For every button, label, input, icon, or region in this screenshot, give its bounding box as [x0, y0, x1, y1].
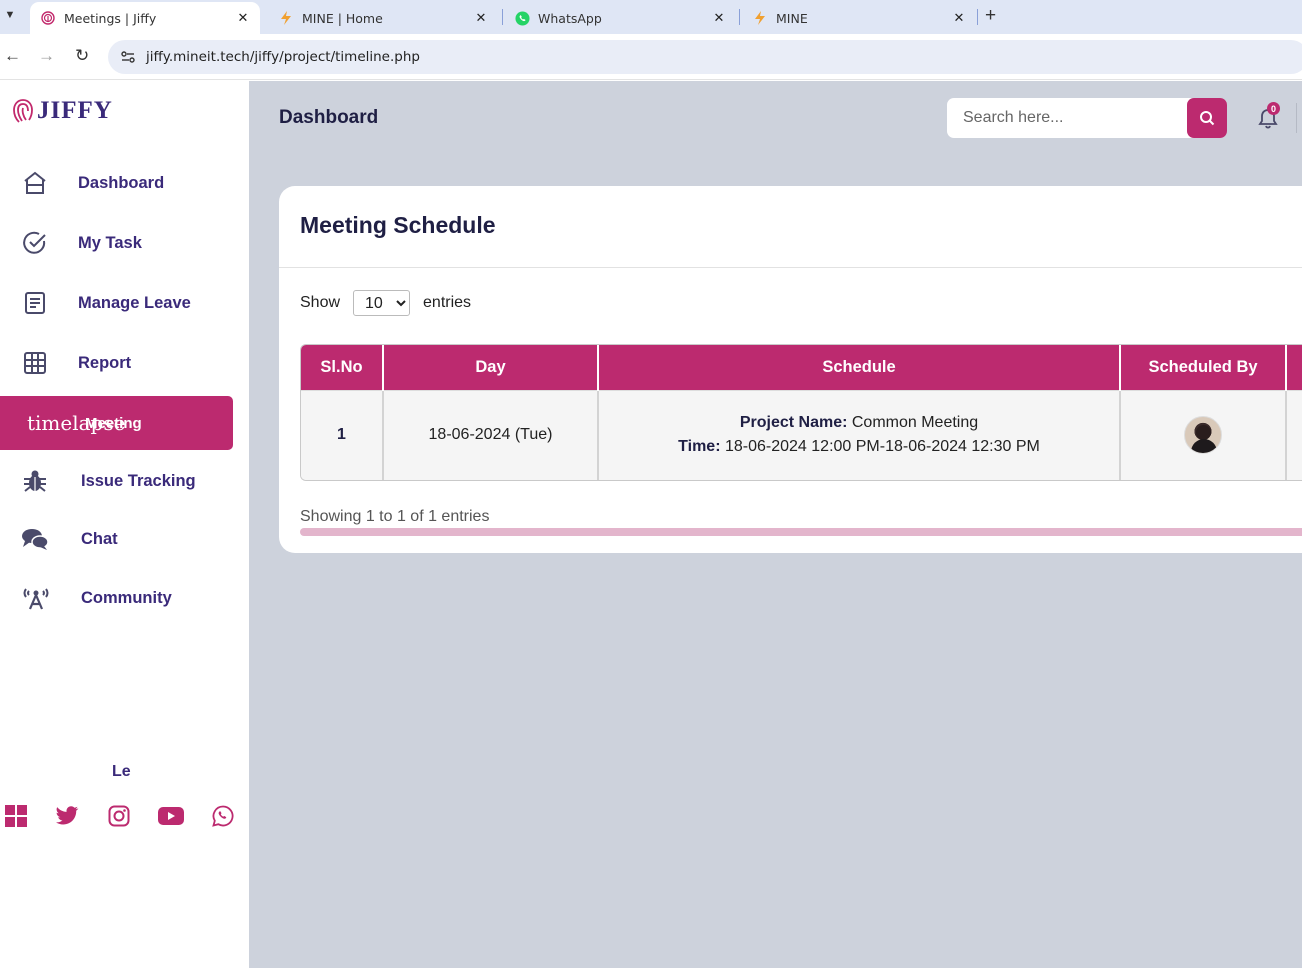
broadcast-icon	[22, 584, 50, 612]
meeting-table: Sl.No Day Schedule Scheduled By 1 18-06-…	[301, 345, 1302, 480]
cell-extra	[1286, 389, 1302, 480]
project-name-value: Common Meeting	[851, 414, 979, 432]
tab-title: Meetings | Jiffy	[64, 10, 157, 26]
column-header-day[interactable]: Day	[383, 345, 599, 390]
card-title: Meeting Schedule	[300, 212, 496, 238]
sidebar-item-label: Issue Tracking	[81, 471, 196, 490]
chat-icon	[21, 525, 49, 553]
sidebar-item-label: Chat	[81, 529, 118, 548]
main-content: Dashboard 0 Meeting Schedule Show 10 ent…	[249, 81, 1302, 968]
sidebar-item-label: Dashboard	[78, 173, 165, 192]
grid-icon	[21, 349, 49, 377]
tab-mine-home[interactable]: MINE | Home ✕	[268, 2, 498, 34]
sidebar-item-dashboard[interactable]: Dashboard	[0, 156, 233, 210]
search-box	[947, 98, 1227, 138]
url-field[interactable]: jiffy.mineit.tech/jiffy/project/timeline…	[108, 40, 1302, 74]
cell-scheduled-by	[1120, 389, 1287, 480]
meeting-schedule-card: Meeting Schedule Show 10 entries Sl.No D…	[279, 186, 1302, 553]
url-text: jiffy.mineit.tech/jiffy/project/timeline…	[146, 49, 420, 65]
sidebar-item-issue-tracking[interactable]: Issue Tracking	[0, 454, 233, 508]
sidebar-item-chat[interactable]: Chat	[0, 512, 233, 566]
close-tab-icon[interactable]: ✕	[234, 11, 252, 26]
header-divider	[1296, 103, 1297, 133]
column-header-schedule[interactable]: Schedule	[598, 345, 1121, 390]
sidebar-item-report[interactable]: Report	[0, 336, 233, 390]
sidebar: JIFFY Dashboard My Task Manage Leave Rep…	[0, 81, 249, 968]
time-value: 18-06-2024 12:00 PM-18-06-2024 12:30 PM	[724, 438, 1040, 456]
project-name-label: Project Name:	[739, 414, 848, 432]
bolt-icon	[752, 10, 768, 26]
tab-whatsapp[interactable]: WhatsApp ✕	[504, 2, 736, 34]
search-icon	[1200, 111, 1215, 126]
show-label: Show	[300, 294, 341, 311]
sidebar-footer-label: Le	[112, 763, 131, 780]
browser-tab-bar: ▼ Meetings | Jiffy ✕ MINE | Home ✕ Whats…	[0, 0, 1302, 34]
tab-meetings-jiffy[interactable]: Meetings | Jiffy ✕	[30, 2, 260, 34]
sidebar-item-community[interactable]: Community	[0, 571, 233, 625]
tab-title: MINE	[776, 10, 808, 26]
entries-length-control: Show 10 entries	[300, 290, 471, 316]
column-header-sl-no[interactable]: Sl.No	[301, 345, 384, 390]
reload-icon[interactable]: ↻	[75, 46, 89, 66]
column-header-scheduled-by[interactable]: Scheduled By	[1120, 345, 1287, 390]
address-bar: ← → ↻ jiffy.mineit.tech/jiffy/project/ti…	[0, 34, 1302, 80]
logo-text: JIFFY	[37, 97, 113, 124]
cell-schedule: Project Name: Common Meeting Time: 18-06…	[598, 389, 1121, 480]
sidebar-item-my-task[interactable]: My Task	[0, 216, 233, 270]
close-tab-icon[interactable]: ✕	[950, 11, 968, 26]
search-button[interactable]	[1187, 98, 1227, 138]
fingerprint-icon	[13, 99, 33, 123]
card-divider	[279, 267, 1302, 268]
table-row: 1 18-06-2024 (Tue) Project Name: Common …	[301, 389, 1302, 480]
sidebar-item-manage-leave[interactable]: Manage Leave	[0, 276, 233, 330]
check-circle-icon	[21, 229, 49, 257]
bug-icon	[21, 467, 49, 495]
column-header-extra	[1286, 345, 1302, 390]
jiffy-logo[interactable]: JIFFY	[12, 97, 113, 125]
home-icon	[21, 169, 49, 197]
tab-separator	[502, 9, 503, 25]
bolt-icon	[278, 10, 294, 26]
windows-icon[interactable]	[3, 803, 29, 829]
youtube-icon[interactable]	[158, 803, 184, 829]
jiffy-fingerprint-icon	[40, 10, 56, 26]
instagram-icon[interactable]	[106, 803, 132, 829]
entries-select[interactable]: 10	[353, 290, 411, 316]
table-info-text: Showing 1 to 1 of 1 entries	[300, 508, 490, 525]
sidebar-item-label: Report	[78, 353, 132, 372]
search-input[interactable]	[963, 109, 1183, 127]
sidebar-item-label: Community	[81, 588, 172, 607]
tab-separator	[977, 9, 978, 25]
tab-title: WhatsApp	[538, 10, 602, 26]
tab-title: MINE | Home	[302, 10, 383, 26]
sidebar-item-label: My Task	[78, 233, 142, 252]
cell-sl-no: 1	[301, 389, 384, 480]
twitter-icon[interactable]	[54, 803, 80, 829]
tab-search-chevron-icon[interactable]: ▼	[0, 4, 20, 26]
close-tab-icon[interactable]: ✕	[472, 11, 490, 26]
document-icon	[21, 289, 49, 317]
whatsapp-icon	[514, 10, 530, 26]
cell-day: 18-06-2024 (Tue)	[383, 389, 599, 480]
tab-mine[interactable]: MINE ✕	[742, 2, 976, 34]
page-title: Dashboard	[279, 107, 379, 128]
sidebar-item-label: Manage Leave	[78, 293, 191, 312]
tab-separator	[739, 9, 740, 25]
whatsapp-icon[interactable]	[210, 803, 236, 829]
sidebar-item-label: Meeting	[85, 414, 142, 432]
sidebar-item-meeting[interactable]: timelapse Meeting	[0, 396, 233, 450]
forward-arrow-icon[interactable]: →	[38, 46, 55, 66]
new-tab-plus-icon[interactable]: +	[985, 5, 996, 27]
entries-label: entries	[423, 294, 472, 311]
close-tab-icon[interactable]: ✕	[710, 11, 728, 26]
notification-badge: 0	[1267, 102, 1280, 115]
back-arrow-icon[interactable]: ←	[4, 46, 21, 66]
horizontal-scrollbar[interactable]	[300, 528, 1302, 536]
site-settings-icon[interactable]	[120, 49, 136, 65]
time-label: Time:	[678, 438, 721, 456]
meeting-table-container: Sl.No Day Schedule Scheduled By 1 18-06-…	[300, 344, 1302, 481]
avatar[interactable]	[1184, 416, 1222, 455]
